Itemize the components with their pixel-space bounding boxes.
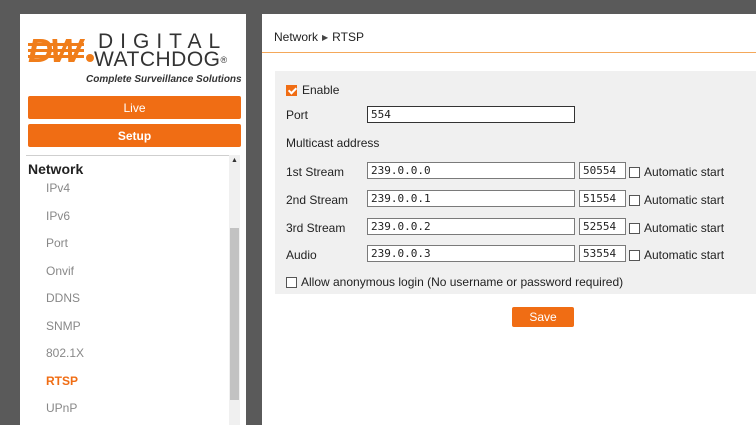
breadcrumb: Network ▶ RTSP (274, 30, 364, 44)
stream1-port-input[interactable]: 50554 (579, 162, 626, 179)
nav-item-upnp[interactable]: UPnP (46, 401, 84, 425)
stream1-auto-start[interactable]: Automatic start (629, 165, 724, 179)
audio-address-input[interactable]: 239.0.0.3 (367, 245, 575, 262)
stream1-label: 1st Stream (286, 165, 345, 179)
audio-port-input[interactable]: 53554 (579, 245, 626, 262)
nav-item-8021x[interactable]: 802.1X (46, 346, 84, 374)
logo-brand-bottom: WATCHDOG® (94, 48, 228, 71)
nav-item-ipv6[interactable]: IPv6 (46, 209, 84, 237)
stream1-address-input[interactable]: 239.0.0.0 (367, 162, 575, 179)
stream3-auto-start-checkbox[interactable] (629, 222, 640, 234)
stream3-auto-start-label: Automatic start (644, 221, 725, 235)
stream1-auto-start-checkbox[interactable] (629, 166, 640, 178)
port-input[interactable]: 554 (367, 106, 575, 123)
enable-label: Enable (302, 83, 340, 97)
live-button[interactable]: Live (28, 96, 241, 119)
breadcrumb-current: RTSP (332, 30, 364, 44)
breadcrumb-arrow-icon: ▶ (322, 32, 329, 42)
enable-row: Enable (286, 83, 339, 97)
nav-section-network[interactable]: Network (28, 161, 83, 177)
stream3-label: 3rd Stream (286, 221, 346, 235)
setup-button[interactable]: Setup (28, 124, 241, 147)
nav-item-ipv4[interactable]: IPv4 (46, 181, 84, 209)
save-button[interactable]: Save (512, 307, 574, 327)
nav-item-ddns[interactable]: DDNS (46, 291, 84, 319)
scroll-up-icon[interactable]: ▲ (229, 157, 240, 165)
breadcrumb-parent: Network (274, 30, 319, 44)
stream2-auto-start-label: Automatic start (644, 193, 725, 207)
anonymous-login-row[interactable]: Allow anonymous login (No username or pa… (286, 275, 623, 289)
logo-dot-icon (86, 54, 94, 62)
stream2-auto-start-checkbox[interactable] (629, 194, 640, 206)
scroll-thumb[interactable] (230, 228, 239, 400)
anonymous-login-checkbox[interactable] (286, 276, 297, 288)
nav-item-onvif[interactable]: Onvif (46, 264, 84, 292)
digital-watchdog-logo: DW DIGITAL WATCHDOG® Complete Surveillan… (26, 22, 242, 94)
audio-label: Audio (286, 248, 317, 262)
stream2-label: 2nd Stream (286, 193, 349, 207)
stream3-address-input[interactable]: 239.0.0.2 (367, 218, 575, 235)
logo-tagline: Complete Surveillance Solutions (86, 74, 242, 85)
nav-item-port[interactable]: Port (46, 236, 84, 264)
nav-list: IPv4 IPv6 Port Onvif DDNS SNMP 802.1X RT… (46, 181, 84, 425)
port-label: Port (286, 108, 309, 122)
nav-scrollbar[interactable]: ▲ (229, 155, 240, 425)
audio-auto-start-label: Automatic start (644, 248, 725, 262)
stream2-auto-start[interactable]: Automatic start (629, 193, 724, 207)
audio-auto-start[interactable]: Automatic start (629, 248, 724, 262)
stream2-port-input[interactable]: 51554 (579, 190, 626, 207)
rtsp-settings-form: Enable Port 554 Multicast address 1st St… (275, 71, 756, 294)
stream3-auto-start[interactable]: Automatic start (629, 221, 724, 235)
stream1-auto-start-label: Automatic start (644, 165, 725, 179)
multicast-label: Multicast address (286, 136, 380, 150)
stream2-address-input[interactable]: 239.0.0.1 (367, 190, 575, 207)
left-panel: DW DIGITAL WATCHDOG® Complete Surveillan… (20, 14, 246, 425)
nav-item-rtsp[interactable]: RTSP (46, 374, 84, 402)
enable-checkbox[interactable] (286, 84, 297, 96)
dw-logo-mark: DW (28, 34, 84, 68)
breadcrumb-divider (262, 52, 756, 53)
audio-auto-start-checkbox[interactable] (629, 249, 640, 261)
content-panel: Network ▶ RTSP Enable Port 554 Multicast… (262, 14, 756, 425)
anonymous-login-label: Allow anonymous login (No username or pa… (301, 275, 624, 289)
nav-item-snmp[interactable]: SNMP (46, 319, 84, 347)
stream3-port-input[interactable]: 52554 (579, 218, 626, 235)
nav-divider (26, 155, 240, 156)
